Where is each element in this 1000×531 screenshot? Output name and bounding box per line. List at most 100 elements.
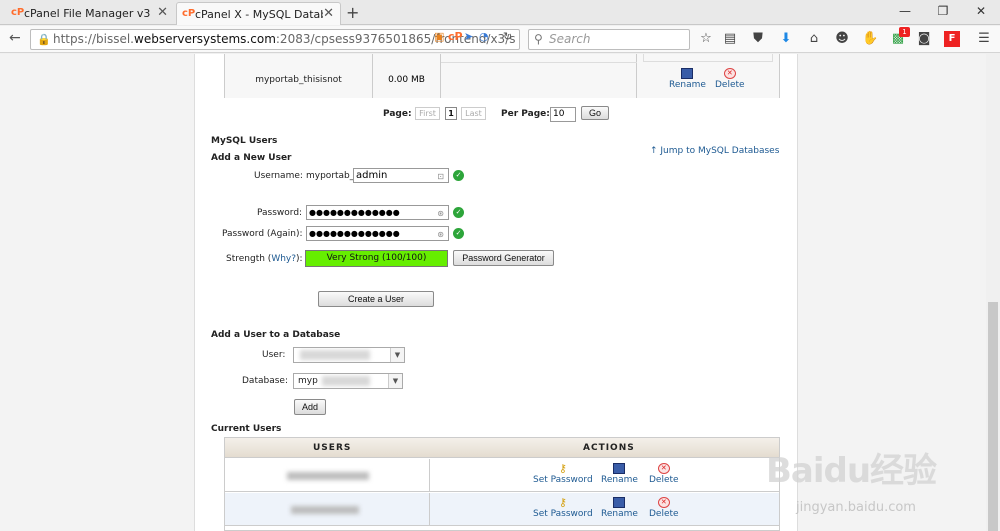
tab-file-manager[interactable]: cP cPanel File Manager v3 ✕	[6, 2, 174, 25]
current-page-button[interactable]: 1	[445, 107, 457, 120]
strength-why-link[interactable]: Why?	[271, 254, 296, 264]
cpanel-page: myportab_thisisnot 0.00 MB Rename ✕ Dele…	[194, 54, 798, 531]
mysql-users-heading: MySQL Users	[211, 136, 278, 146]
set-password-label: Set Password	[533, 509, 593, 519]
per-page-input[interactable]: 10	[550, 107, 576, 122]
rename-label: Rename	[601, 475, 638, 485]
tab-mysql-databases[interactable]: cP cPanel X - MySQL Databa ✕	[176, 2, 341, 25]
database-users-cell	[441, 54, 637, 98]
baidu-watermark: Baidu经验	[766, 451, 937, 491]
minimize-icon[interactable]: —	[886, 0, 924, 22]
back-arrow-icon[interactable]: ←	[9, 30, 21, 46]
menu-icon[interactable]: ☰	[976, 31, 992, 47]
emoji-icon[interactable]: ☻	[834, 31, 850, 47]
reload-icon[interactable]: ↻	[503, 30, 512, 43]
search-input[interactable]: ⚲ Search	[528, 29, 690, 50]
user-select-label: User:	[262, 350, 286, 360]
password-again-label: Password (Again):	[222, 229, 303, 239]
cpanel-icon[interactable]: cP	[448, 30, 463, 43]
add-user-to-db-button[interactable]: Add	[294, 399, 326, 415]
password-input[interactable]: ●●●●●●●●●●●●● ⊛	[306, 205, 449, 220]
cpanel-icon: cP	[11, 7, 25, 18]
strength-label-text: Strength (	[226, 254, 272, 264]
database-size-cell: 0.00 MB	[373, 54, 441, 98]
current-users-heading: Current Users	[211, 424, 282, 434]
tab-label: cPanel X - MySQL Databa	[195, 7, 323, 21]
set-password-button[interactable]: ⚷ Set Password	[533, 497, 593, 519]
username-prefix: myportab_	[306, 171, 355, 181]
password-again-value: ●●●●●●●●●●●●●	[309, 229, 400, 238]
delete-user-button[interactable]: ✕ Delete	[649, 463, 679, 485]
extension-icon[interactable]: ▣	[434, 30, 444, 43]
jump-to-databases-link[interactable]: ↑ Jump to MySQL Databases	[650, 146, 779, 156]
strength-label: Strength (Why?):	[226, 254, 303, 264]
delete-user-button[interactable]: ✕ Delete	[649, 497, 679, 519]
database-select[interactable]: myp ▼	[293, 373, 403, 389]
scrollbar-thumb[interactable]	[988, 302, 998, 531]
set-password-button[interactable]: ⚷ Set Password	[533, 463, 593, 485]
pocket-icon[interactable]: ⛊	[750, 31, 766, 47]
tab-bar: cP cPanel File Manager v3 ✕ cP cPanel X …	[0, 0, 1000, 25]
close-icon[interactable]: ✕	[323, 6, 334, 21]
go-button[interactable]: Go	[581, 106, 609, 120]
password-generator-button[interactable]: Password Generator	[453, 250, 554, 266]
hand-icon[interactable]: ✋	[862, 31, 878, 47]
url-bar[interactable]: 🔒 https://bissel.webserversystems.com:20…	[30, 29, 520, 50]
password-value: ●●●●●●●●●●●●●	[309, 208, 400, 217]
last-page-button[interactable]: Last	[461, 107, 486, 120]
username-value: admin	[356, 170, 388, 181]
delete-icon: ✕	[657, 463, 670, 474]
delete-icon: ✕	[657, 497, 670, 508]
chevron-down-icon: ▼	[390, 348, 404, 362]
new-tab-icon[interactable]: +	[346, 3, 359, 22]
user-select[interactable]: ▼	[293, 347, 405, 363]
bookmark-star-icon[interactable]: ☆	[698, 31, 714, 47]
window-controls: — ❐ ✕	[886, 0, 1000, 22]
chevron-down-icon: ▼	[388, 374, 402, 388]
rename-icon	[613, 497, 626, 508]
f-extension-icon[interactable]: F	[944, 31, 960, 47]
rename-icon	[613, 463, 626, 474]
password-valid-icon: ✓	[453, 207, 464, 218]
first-page-button[interactable]: First	[415, 107, 440, 120]
per-page-label: Per Page:	[501, 109, 550, 119]
camera-icon[interactable]: ◙	[916, 31, 932, 47]
window-close-icon[interactable]: ✕	[962, 0, 1000, 22]
password-key-icon: ⊛	[437, 230, 444, 239]
users-column-header: USERS	[313, 443, 352, 453]
rename-label: Rename	[669, 80, 706, 90]
rename-label: Rename	[601, 509, 638, 519]
search-placeholder: Search	[549, 32, 591, 46]
password-label: Password:	[257, 208, 303, 218]
table-header: USERS ACTIONS	[225, 438, 779, 458]
username-valid-icon: ✓	[453, 170, 464, 181]
search-icon: ⚲	[534, 32, 543, 46]
delete-icon: ✕	[723, 68, 736, 79]
create-user-button[interactable]: Create a User	[318, 291, 434, 307]
redacted-username	[291, 506, 359, 514]
key-icon: ⚷	[558, 496, 567, 509]
download-icon[interactable]: ⬇	[778, 31, 794, 47]
username-input[interactable]: admin ⊡	[353, 168, 449, 183]
close-icon[interactable]: ✕	[157, 5, 168, 20]
database-select-label: Database:	[242, 376, 288, 386]
table-row: ⚷ Set Password Rename ✕ Delete	[225, 459, 779, 492]
delete-label: Delete	[649, 475, 679, 485]
wifi-icon[interactable]: ◔	[479, 30, 489, 43]
rename-icon	[681, 68, 694, 79]
rename-user-button[interactable]: Rename	[601, 463, 638, 485]
password-again-input[interactable]: ●●●●●●●●●●●●● ⊛	[306, 226, 449, 241]
redacted-user	[300, 350, 370, 360]
rename-user-button[interactable]: Rename	[601, 497, 638, 519]
delete-database-button[interactable]: ✕ Delete	[715, 68, 745, 90]
cpanel-icon: cP	[182, 8, 196, 19]
home-icon[interactable]: ⌂	[806, 31, 822, 47]
strength-meter: Very Strong (100/100)	[305, 250, 448, 267]
restore-icon[interactable]: ❐	[924, 0, 962, 22]
up-arrow-icon: ↑	[650, 146, 661, 156]
paper-plane-icon[interactable]: ➤	[464, 30, 473, 43]
reading-list-icon[interactable]: ▤	[722, 31, 738, 47]
table-row: ⚷ Set Password Rename ✕ Delete	[225, 493, 779, 526]
rename-database-button[interactable]: Rename	[669, 68, 706, 90]
url-domain: webserversystems.com	[134, 32, 276, 46]
